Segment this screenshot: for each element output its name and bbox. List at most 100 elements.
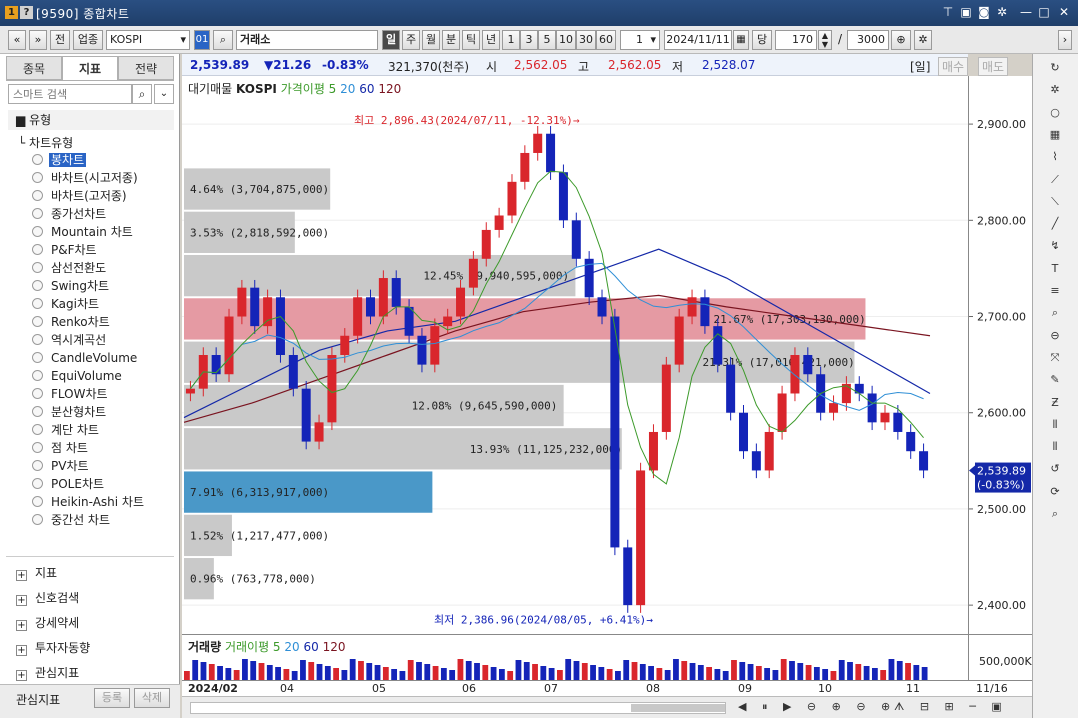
dang-button[interactable]: 당: [752, 30, 772, 50]
count-field[interactable]: 170: [775, 30, 817, 50]
price-axis[interactable]: 2,400.00 2,500.00 2,600.00 2,700.00 2,800.00…: [968, 76, 1032, 634]
minute-1[interactable]: 1: [502, 30, 520, 50]
radio-icon[interactable]: [32, 280, 43, 291]
chart-type-item[interactable]: Heikin-Ashi 차트: [32, 493, 146, 511]
group-item[interactable]: + 투자자동향: [16, 637, 90, 659]
radio-icon[interactable]: [32, 514, 43, 525]
trend-icon[interactable]: ⌇: [1043, 147, 1067, 167]
chart-scrollbar[interactable]: ◀ ⏸ ▶ ⊖ ⊕ ⊖ ⊕ ᗑ ⊟ ⊞ ─ ▣: [182, 696, 1032, 718]
radio-icon[interactable]: [32, 316, 43, 327]
tab-strategy[interactable]: 전략: [118, 56, 174, 80]
symbol-select[interactable]: KOSPI ▾: [106, 30, 190, 50]
gear-icon[interactable]: ✲: [1043, 80, 1067, 100]
chart-type-item[interactable]: 역시계곡선: [32, 331, 108, 349]
grid-icon[interactable]: ⦀: [1043, 415, 1067, 435]
radio-icon[interactable]: [32, 388, 43, 399]
minimize-icon[interactable]: —: [1018, 4, 1034, 20]
sell-button[interactable]: 매도: [978, 57, 1009, 76]
code-badge[interactable]: 01: [194, 30, 210, 50]
radio-icon[interactable]: [32, 460, 43, 471]
period-week[interactable]: 주: [402, 30, 420, 50]
chevron-down-icon[interactable]: ⌄: [154, 84, 174, 104]
interval-stepper[interactable]: 1 ▾: [620, 30, 660, 50]
sector-button[interactable]: 업종: [73, 30, 103, 50]
expand-icon[interactable]: +: [16, 670, 27, 681]
radio-icon[interactable]: [32, 406, 43, 417]
bar-chart-icon[interactable]: ▦: [1043, 125, 1067, 145]
chart-type-item[interactable]: PV차트: [32, 457, 91, 475]
chart-type-item[interactable]: 계단 차트: [32, 421, 101, 439]
playback-icons[interactable]: ◀ ⏸ ▶ ⊖ ⊕ ⊖ ⊕: [738, 700, 896, 714]
zoom-in-icon[interactable]: ⊕: [891, 30, 911, 50]
group-item[interactable]: + 신호검색: [16, 587, 79, 609]
magnify-icon[interactable]: ⌕: [1043, 303, 1067, 323]
redo-icon[interactable]: ⟳: [1043, 482, 1067, 502]
tab-indicators[interactable]: 지표: [62, 56, 118, 80]
exchange-field[interactable]: 거래소: [236, 30, 378, 50]
zoom-out-icon[interactable]: ⊖: [1043, 326, 1067, 346]
chart-type-item[interactable]: 종가선차트: [32, 205, 108, 223]
search-icon[interactable]: ⌕: [132, 84, 152, 104]
chart-type-item[interactable]: Swing차트: [32, 277, 111, 295]
section-header[interactable]: ▆ 유형: [8, 110, 174, 130]
chart-type-item[interactable]: Kagi차트: [32, 295, 101, 313]
cross-icon[interactable]: ⤧: [1043, 348, 1067, 368]
delete-button[interactable]: 삭제: [134, 688, 170, 708]
zoom-icons[interactable]: ᗑ ⊟ ⊞ ─ ▣: [894, 700, 1008, 714]
radio-icon[interactable]: [32, 298, 43, 309]
scroll-thumb[interactable]: [631, 704, 725, 712]
help-badge[interactable]: ?: [20, 6, 33, 19]
radio-icon[interactable]: [32, 478, 43, 489]
count-spinner[interactable]: ▲ ▼: [818, 30, 832, 50]
refresh-icon[interactable]: ↻: [1043, 58, 1067, 78]
expand-icon[interactable]: +: [16, 570, 27, 581]
fibonacci-icon[interactable]: Ƶ: [1043, 393, 1067, 413]
search-icon[interactable]: ⌕: [1043, 504, 1067, 524]
chart-type-item[interactable]: Mountain 차트: [32, 223, 135, 241]
grid-icon[interactable]: ⦀: [1043, 437, 1067, 457]
camera-icon[interactable]: ◙: [976, 4, 992, 20]
circle-icon[interactable]: ○: [1043, 103, 1067, 123]
minute-5[interactable]: 5: [538, 30, 556, 50]
period-day[interactable]: 일: [382, 30, 400, 50]
radio-icon[interactable]: [32, 262, 43, 273]
total-field[interactable]: 3000: [847, 30, 889, 50]
tab-stocks[interactable]: 종목: [6, 56, 62, 80]
expand-icon[interactable]: ›: [1058, 30, 1072, 50]
straight-line-icon[interactable]: ╱: [1043, 214, 1067, 234]
period-tick[interactable]: 틱: [462, 30, 480, 50]
radio-icon[interactable]: [32, 370, 43, 381]
radio-icon[interactable]: [32, 496, 43, 507]
radio-icon[interactable]: [32, 352, 43, 363]
chart-type-item[interactable]: 점 차트: [32, 439, 90, 457]
date-field[interactable]: 2024/11/11: [664, 30, 732, 50]
smart-search-input[interactable]: [8, 84, 132, 104]
chart-type-item[interactable]: EquiVolume: [32, 367, 124, 385]
chart-type-item[interactable]: 삼선전환도: [32, 259, 108, 277]
text-icon[interactable]: T: [1043, 259, 1067, 279]
ray-icon[interactable]: ⟍: [1043, 192, 1067, 212]
radio-icon[interactable]: [32, 154, 43, 165]
price-chart-area[interactable]: 4.64% (3,704,875,000) 3.53% (2,818,592,00…: [182, 76, 968, 634]
radio-icon[interactable]: [32, 226, 43, 237]
register-button[interactable]: 등록: [94, 688, 130, 708]
group-item[interactable]: + 지표: [16, 562, 57, 584]
period-minute[interactable]: 분: [442, 30, 460, 50]
buy-button[interactable]: 매수: [938, 57, 969, 76]
time-axis[interactable]: 2024/02 04 05 06 07 08 09 10 11 11/16: [182, 680, 1032, 696]
list-icon[interactable]: ≡: [1043, 281, 1067, 301]
radio-icon[interactable]: [32, 190, 43, 201]
expand-icon[interactable]: +: [16, 595, 27, 606]
minute-10[interactable]: 10: [556, 30, 576, 50]
prev-button[interactable]: «: [8, 30, 26, 50]
maximize-icon[interactable]: □: [1036, 4, 1052, 20]
minute-3[interactable]: 3: [520, 30, 538, 50]
group-item[interactable]: + 강세약세: [16, 612, 79, 634]
calendar-icon[interactable]: ▦: [733, 30, 749, 50]
radio-icon[interactable]: [32, 442, 43, 453]
save-icon[interactable]: ▣: [958, 4, 974, 20]
pin-icon[interactable]: ⊤: [940, 4, 956, 20]
chart-type-group[interactable]: └ 차트유형: [18, 134, 73, 151]
radio-icon[interactable]: [32, 334, 43, 345]
minute-30[interactable]: 30: [576, 30, 596, 50]
